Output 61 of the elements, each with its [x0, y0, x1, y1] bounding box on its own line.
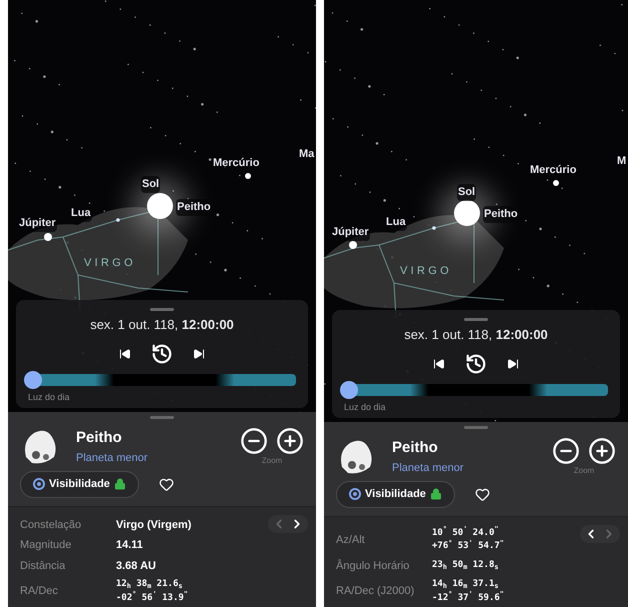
object-name: Peitho [392, 438, 439, 458]
previous-icon[interactable] [119, 348, 131, 360]
row-label: RA/Dec [20, 584, 59, 600]
object-label: Lua [70, 205, 92, 222]
history-icon[interactable] [151, 342, 173, 364]
previous-icon[interactable] [433, 358, 445, 370]
visibility-button[interactable]: Visibilidade [336, 481, 455, 508]
favorite-icon[interactable] [474, 486, 490, 502]
object-type: Planeta menor [76, 450, 148, 466]
sun-icon [454, 200, 480, 226]
zoom-label: Zoom [262, 455, 282, 467]
zoom-in-icon[interactable] [276, 427, 304, 455]
zoom-out-icon[interactable] [240, 427, 268, 455]
object-label: Júpiter [331, 224, 370, 240]
row-label: Distância [20, 558, 66, 574]
row-value: -12$^{°}$ 37$^{'}$ 59.6$^{"}$ [432, 592, 504, 604]
next-icon[interactable] [507, 358, 519, 370]
date-time-text: sex. 1 out. 118, 12:00:00 [90, 316, 234, 334]
row-label: Magnitude [20, 538, 72, 553]
object-label: Lua [385, 214, 407, 230]
row-value: 3.68 AU [116, 558, 156, 574]
row-value: +76$^{°}$ 53$^{'}$ 54.7$^{"}$ [432, 540, 504, 553]
zoom-out-icon[interactable] [552, 437, 580, 465]
row-label: Ângulo Horário [336, 558, 410, 574]
drag-handle[interactable] [150, 416, 174, 419]
drag-handle[interactable] [464, 318, 488, 321]
target-icon [349, 488, 361, 500]
drag-handle[interactable] [150, 308, 174, 311]
slider-thumb[interactable] [340, 380, 358, 398]
row-value: 10$^{°}$ 50$^{'}$ 24.0$^{"}$ [432, 526, 498, 540]
object-name: Peitho [76, 428, 123, 448]
target-icon [33, 478, 45, 490]
drag-handle[interactable] [464, 426, 488, 429]
row-value: 23$_{h}$ 50$_{m}$ 12.8$_{s}$ [432, 559, 498, 572]
zoom-label: Zoom [574, 465, 594, 477]
row-value: 12$_{h}$ 38$_{m}$ 21.6$_{s}$ [116, 578, 182, 591]
object-label: Sol [457, 184, 476, 200]
slider-label: Luz do dia [28, 390, 70, 404]
sky-view[interactable]: Mercúrio M Sol Peitho Lua Júpiter VIRGO sex. 1 out. 118, 12:00:00 Luz do dia [324, 0, 628, 422]
constellation-label: VIRGO [400, 264, 452, 279]
row-value: -02$^{°}$ 56$^{'}$ 13.9$^{"}$ [116, 592, 188, 604]
sun-icon [147, 193, 173, 219]
favorite-icon[interactable] [158, 476, 174, 492]
object-type: Planeta menor [392, 460, 464, 476]
object-label: Júpiter [18, 215, 57, 232]
row-value: 14$_{h}$ 16$_{m}$ 37.1$_{s}$ [432, 578, 498, 591]
slider-thumb[interactable] [24, 370, 42, 388]
sky-view[interactable]: Mercúrio Ma Sol Peitho Lua Júpiter VIRGO sex. 1 out. 118, 12:00:00 Luz do dia [8, 0, 316, 412]
history-icon[interactable] [465, 352, 487, 374]
row-label: Constelação [20, 518, 82, 532]
constellation-label: VIRGO [84, 256, 136, 271]
slider-label: Luz do dia [344, 400, 386, 414]
zoom-in-icon[interactable] [588, 437, 616, 465]
row-value: 14.11 [116, 538, 143, 553]
row-label: Az/Alt [336, 532, 366, 548]
next-icon[interactable] [193, 348, 205, 360]
row-value: Virgo (Virgem) [116, 518, 192, 532]
date-time-text: sex. 1 out. 118, 12:00:00 [404, 326, 548, 344]
visibility-button[interactable]: Visibilidade [20, 471, 139, 498]
object-label: Mercúrio [212, 155, 260, 172]
row-label: RA/Dec (J2000) [336, 584, 416, 600]
